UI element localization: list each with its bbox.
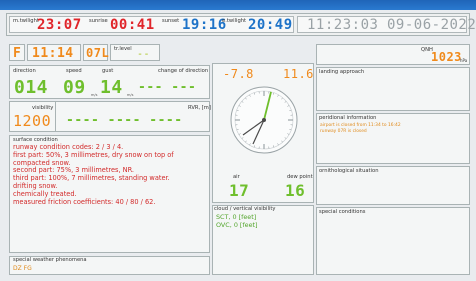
landing-approach-label: landing approach (319, 69, 365, 75)
runway-time-box: 11:14 (27, 44, 81, 61)
info-text: airport is closed from 11:34 to 16:42 ru… (320, 123, 401, 135)
qnh-box: QNH 1023 hPa (316, 44, 470, 65)
trlevel-label: tr.level (114, 46, 132, 52)
speed-value: 09 (63, 77, 86, 98)
air-label: air (233, 174, 240, 180)
gust-unit: m/s (127, 93, 134, 97)
surface-condition-text: runway condition codes: 2 / 3 / 4. first… (13, 143, 209, 206)
cloud-label: cloud / vertical visibility (214, 206, 276, 212)
rvr-value: ---- ---- ---- (66, 113, 183, 128)
wind-compass (230, 86, 298, 154)
sunset-value: 19:16 (182, 17, 227, 33)
gust-label: gust (102, 68, 114, 74)
runway-code: 07L (86, 46, 110, 60)
weather-value: DZ FG (13, 265, 32, 272)
special-conditions-label: special conditions (319, 209, 366, 215)
cloud-panel: cloud / vertical visibility SCT, 0 [feet… (212, 205, 314, 275)
cloud-line: OVC, 0 [feet] (216, 220, 258, 229)
speed-unit: m/s (91, 93, 98, 97)
clock: 11:23:03 (307, 17, 379, 33)
e-twilight-label: e.twilight (222, 18, 247, 24)
top-banner (0, 0, 476, 10)
sunrise-label: sunrise (89, 18, 108, 24)
sunset-label: sunset (162, 18, 180, 24)
qnh-value: 1023 (431, 50, 462, 64)
trlevel-box: tr.level -- (110, 44, 160, 61)
flight-rules-box: F (9, 44, 25, 61)
weather-label: special weather phenomena (13, 257, 87, 263)
m-twilight-value: 23:07 (37, 17, 82, 33)
air-value: 17 (229, 181, 250, 200)
flight-rules: F (13, 46, 22, 61)
temp-low: -7.8 (223, 67, 254, 81)
direction-value: 014 (14, 77, 49, 98)
dew-point-value: 16 (285, 181, 306, 200)
info-line: runway 07R is closed (320, 129, 367, 134)
runway-time: 11:14 (32, 46, 74, 61)
wind-panel: direction 014 speed 09 m/s gust 14 m/s c… (9, 65, 210, 99)
change-of-direction-label: change of direction (158, 68, 209, 74)
gust-value: 14 (100, 77, 123, 98)
change-of-direction-value: --- --- (138, 80, 197, 95)
speed-label: speed (66, 68, 82, 74)
landing-approach-panel: landing approach (316, 67, 470, 111)
header-bar: m.twilight 23:07 sunrise 00:41 sunset 19… (6, 13, 476, 36)
info-panel: peridional information airport is closed… (316, 113, 470, 164)
visibility-value: 1200 (13, 112, 52, 130)
weather-panel: special weather phenomena DZ FG (9, 256, 210, 275)
sunrise-value: 00:41 (110, 17, 155, 33)
direction-label: direction (13, 68, 36, 74)
rvr-label: RVR, [m] (188, 105, 211, 111)
visibility-panel: visibility 1200 RVR, [m] ---- ---- ---- (9, 101, 211, 132)
ornithological-panel: ornithological situation (316, 166, 470, 205)
temp-compass-panel: -7.8 11.6 air 17 dew point 16 (212, 63, 314, 203)
dew-point-label: dew point (287, 174, 313, 180)
special-conditions-panel: special conditions (316, 207, 470, 275)
ornithological-label: ornithological situation (319, 168, 379, 174)
info-label: peridional information (319, 115, 377, 121)
qnh-unit: hPa (460, 58, 468, 63)
visibility-label: visibility (32, 105, 54, 111)
date: 09-06-2022 (387, 17, 476, 33)
temp-high: 11.6 (283, 67, 314, 81)
surface-line: measured friction coefficients: 40 / 80 … (13, 197, 156, 206)
trlevel-value: -- (137, 49, 151, 60)
m-twilight-label: m.twilight (13, 18, 39, 24)
e-twilight-value: 20:49 (248, 17, 293, 33)
cloud-text: SCT, 0 [feet] OVC, 0 [feet] (216, 213, 258, 229)
surface-condition-panel: surface condition runway condition codes… (9, 135, 210, 253)
runway-code-box: 07L (83, 44, 110, 61)
